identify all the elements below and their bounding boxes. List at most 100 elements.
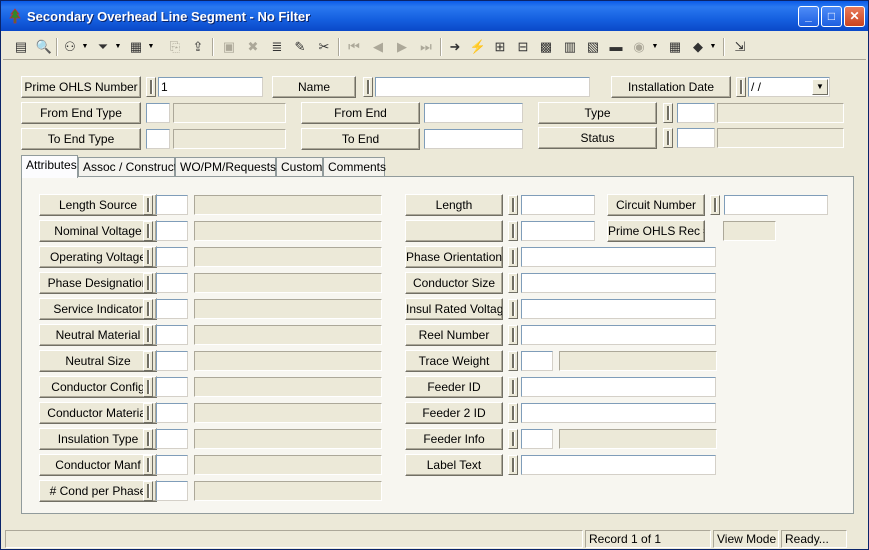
form-icon[interactable]: ▦ [126,36,146,58]
type-code-field[interactable] [677,103,715,123]
neutral-size-code-field[interactable] [156,351,188,371]
field-grip[interactable] [508,299,518,319]
chevron-down-icon[interactable]: ▼ [114,36,122,58]
goto-icon[interactable]: ➜ [445,36,465,58]
cond-per-phase-label[interactable]: # Cond per Phase [39,480,157,502]
network-icon[interactable]: ⊞ [490,36,510,58]
label-text-label[interactable]: Label Text [405,454,503,476]
field-grip[interactable] [508,221,518,241]
field-grip[interactable] [143,273,153,293]
length-field[interactable] [521,195,595,215]
length-source-label[interactable]: Length Source [39,194,157,216]
tree-icon[interactable]: ⊟ [513,36,533,58]
conductor-size-label[interactable]: Conductor Size [405,272,503,294]
name-field[interactable] [375,77,590,97]
cond-per-phase-code-field[interactable] [156,481,188,501]
delete-icon[interactable]: ✖ [243,36,263,58]
feeder-info-code-field[interactable] [521,429,553,449]
calculator-icon[interactable]: ▥ [560,36,580,58]
label-text-field[interactable] [521,455,716,475]
conductor-material-code-field[interactable] [156,403,188,423]
installation-date-label[interactable]: Installation Date [611,76,731,98]
circuit-number-label[interactable]: Circuit Number [607,194,705,216]
prime-ohls-number-label[interactable]: Prime OHLS Number [21,76,141,98]
save-icon[interactable]: ▣ [219,36,239,58]
insulation-type-label[interactable]: Insulation Type [39,428,157,450]
field-grip[interactable] [143,247,153,267]
phase-orientation-field[interactable] [521,247,716,267]
tab-custom[interactable]: Custom [276,157,323,177]
conductor-config-code-field[interactable] [156,377,188,397]
lightning-icon[interactable]: ⚡ [468,36,488,58]
field-grip[interactable] [143,377,153,397]
maximize-button[interactable]: □ [821,6,842,27]
prev-record-icon[interactable]: ◀ [368,36,388,58]
chevron-down-icon[interactable]: ▼ [812,79,828,95]
exit-icon[interactable]: ⇲ [730,36,750,58]
neutral-material-code-field[interactable] [156,325,188,345]
field-grip[interactable] [143,299,153,319]
field-grip[interactable] [143,481,153,501]
field-grip[interactable] [710,195,720,215]
nominal-voltage-code-field[interactable] [156,221,188,241]
field-grip[interactable] [143,221,153,241]
installation-date-field[interactable]: / / ▼ [748,77,830,97]
field-grip[interactable] [143,455,153,475]
from-end-type-label[interactable]: From End Type [21,102,141,124]
to-end-field[interactable] [424,129,523,149]
feeder-info-label[interactable]: Feeder Info [405,428,503,450]
from-end-field[interactable] [424,103,523,123]
next-record-icon[interactable]: ▶ [392,36,412,58]
field-grip[interactable] [143,325,153,345]
chevron-down-icon[interactable]: ▼ [651,36,659,58]
conductor-size-field[interactable] [521,273,716,293]
copy-icon[interactable]: ⎘ [165,36,185,58]
phase-designation-label[interactable]: Phase Designation [39,272,157,294]
field-grip[interactable] [508,273,518,293]
from-end-label[interactable]: From End [301,102,420,124]
type-label[interactable]: Type [538,102,657,124]
tab-comments[interactable]: Comments [323,157,386,177]
reel-number-label[interactable]: Reel Number [405,324,503,346]
globe-icon[interactable]: ◉ [629,36,649,58]
field-grip[interactable] [143,195,153,215]
conductor-config-label[interactable]: Conductor Config [39,376,157,398]
conductor-manf-label[interactable]: Conductor Manf [39,454,157,476]
field-grip[interactable] [508,351,518,371]
length-unit-label[interactable] [405,220,503,242]
grid-icon[interactable]: ▦ [665,36,685,58]
field-grip[interactable] [663,103,673,123]
field-grip[interactable] [363,77,373,97]
field-grip[interactable] [143,351,153,371]
from-end-type-code-field[interactable] [146,103,170,123]
nominal-voltage-label[interactable]: Nominal Voltage [39,220,157,242]
tab-wo-pm-requests[interactable]: WO/PM/Requests [175,157,276,177]
reel-number-field[interactable] [521,325,716,345]
trace-weight-label[interactable]: Trace Weight [405,350,503,372]
last-record-icon[interactable]: ⏭ [416,36,436,58]
operating-voltage-label[interactable]: Operating Voltage [39,246,157,268]
to-end-label[interactable]: To End [301,128,420,150]
circuit-number-field[interactable] [724,195,828,215]
tab-attributes[interactable]: Attributes [21,155,78,178]
insulation-type-code-field[interactable] [156,429,188,449]
binoculars-icon[interactable]: ⚇ [60,36,80,58]
map-icon[interactable]: ▧ [583,36,603,58]
field-grip[interactable] [736,77,746,97]
status-code-field[interactable] [677,128,715,148]
chart-icon[interactable]: ▩ [536,36,556,58]
search-icon[interactable]: 🔍 [34,36,54,58]
prime-ohls-number-field[interactable]: 1 [158,77,263,97]
edit-icon[interactable]: ✎ [290,36,310,58]
first-record-icon[interactable]: ⏮ [344,36,364,58]
status-label[interactable]: Status [538,127,657,149]
field-grip[interactable] [508,325,518,345]
folder-icon[interactable]: ▬ [606,36,626,58]
conductor-manf-code-field[interactable] [156,455,188,475]
close-button[interactable]: ✕ [844,6,865,27]
insul-rated-voltage-label[interactable]: Insul Rated Voltage [405,298,503,320]
feeder-id-field[interactable] [521,377,716,397]
field-grip[interactable] [143,429,153,449]
export-icon[interactable]: ⇪ [188,36,208,58]
operating-voltage-code-field[interactable] [156,247,188,267]
